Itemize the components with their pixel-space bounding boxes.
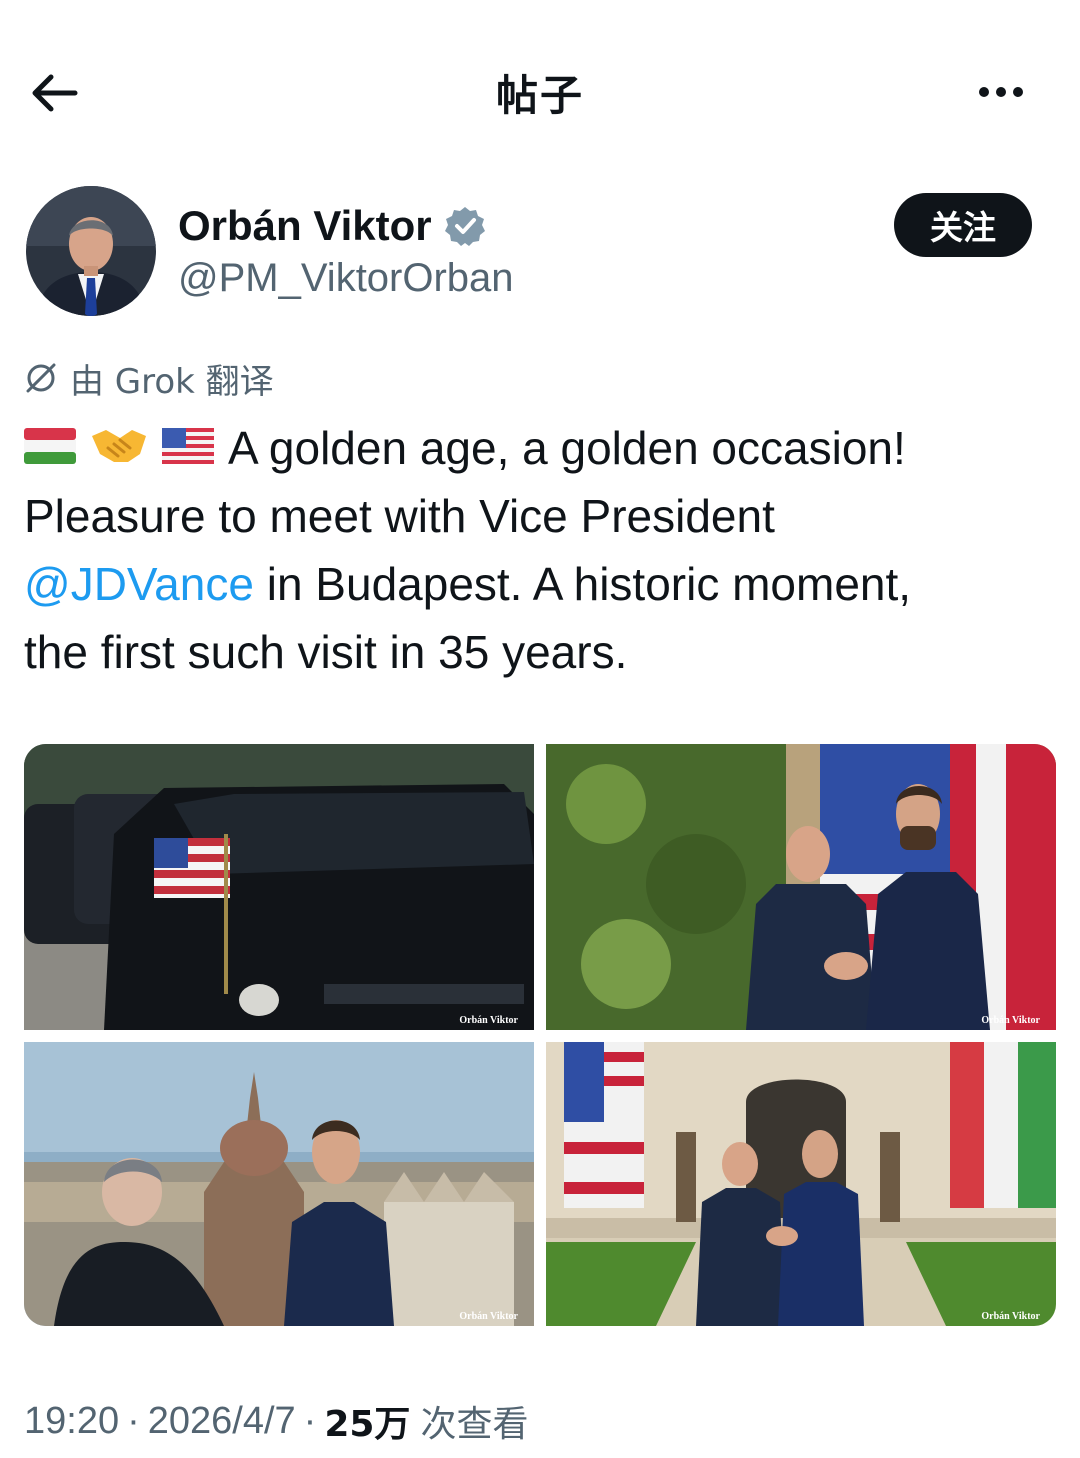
photo-watermark: Orbán Viktor [459, 1015, 518, 1026]
tweet-text: A golden age, a golden occasion! Pleasur… [24, 414, 1054, 686]
translation-text: 由 Grok 翻译 [70, 361, 274, 402]
tweet-date[interactable]: 2026/4/7 [148, 1400, 296, 1443]
verified-badge-icon [444, 207, 485, 246]
more-dot-icon [1013, 87, 1023, 97]
more-options-button[interactable] [966, 70, 1036, 114]
author-handle[interactable]: @PM_ViktorOrban [178, 256, 514, 301]
photo-watermark: Orbán Viktor [981, 1015, 1040, 1026]
tweet-time[interactable]: 19:20 [24, 1400, 119, 1443]
tweet-metadata: 19:20 · 2026/4/7 · 25万 次查看 [24, 1396, 528, 1446]
author-display-name[interactable]: Orbán Viktor [178, 202, 432, 250]
hungary-flag-icon [24, 427, 76, 464]
photo-watermark: Orbán Viktor [981, 1311, 1040, 1322]
ceremony-photo[interactable]: Orbán Viktor [546, 1042, 1056, 1326]
tweet-line-3-text: in Budapest. A historic moment, [253, 558, 912, 610]
motorcade-photo[interactable]: Orbán Viktor [24, 744, 534, 1030]
mention-link[interactable]: @JDVance [24, 558, 254, 610]
handshake-icon [92, 429, 146, 462]
tweet-line-1-text: A golden age, a golden occasion! [228, 422, 906, 474]
follow-button[interactable]: 关注 [894, 193, 1032, 257]
media-grid: Orbán Viktor Orbán Viktor Orbán Viktor O… [24, 744, 1056, 1326]
views-count: 25万 [324, 1404, 411, 1445]
more-dot-icon [996, 87, 1006, 97]
meta-separator: · [127, 1399, 140, 1442]
grok-icon [26, 363, 56, 393]
author-name-row: Orbán Viktor [178, 198, 486, 254]
top-bar: 帖子 [0, 0, 1080, 180]
handshake-flags-photo[interactable]: Orbán Viktor [546, 744, 1056, 1030]
parliament-view-photo[interactable]: Orbán Viktor [24, 1042, 534, 1326]
meta-separator: · [303, 1399, 317, 1442]
author-avatar[interactable] [26, 186, 156, 316]
more-dot-icon [979, 87, 989, 97]
tweet-line-4: the first such visit in 35 years. [24, 626, 628, 678]
tweet-line-2: Pleasure to meet with Vice President [24, 490, 775, 542]
tweet-line-1: A golden age, a golden occasion! [24, 414, 1054, 482]
views-label: 次查看 [420, 1404, 529, 1445]
photo-watermark: Orbán Viktor [459, 1311, 518, 1322]
usa-flag-icon [162, 427, 214, 464]
tweet-line-3: @JDVance in Budapest. A historic moment, [24, 550, 1054, 618]
page-title: 帖子 [495, 71, 584, 120]
grok-translation-label[interactable]: 由 Grok 翻译 [24, 356, 274, 402]
